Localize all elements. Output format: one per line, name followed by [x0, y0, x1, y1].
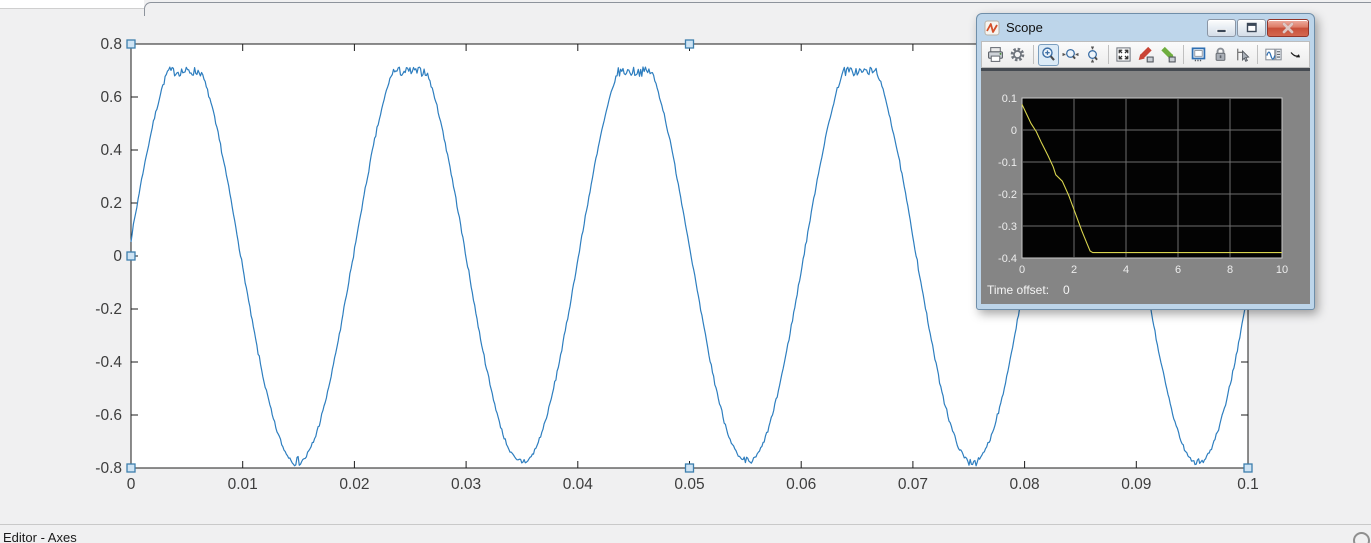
x-tick-label: 0.07	[898, 476, 928, 493]
scope-y-tick-label: -0.1	[998, 157, 1017, 169]
autoscale-icon	[1116, 47, 1131, 62]
scope-titlebar[interactable]: Scope	[977, 14, 1314, 39]
property-editor-title: Editor - Axes	[3, 530, 77, 543]
x-tick-label: 0.09	[1121, 476, 1151, 493]
scope-x-tick-label: 2	[1071, 264, 1077, 276]
maximize-icon	[1246, 22, 1257, 32]
x-tick-label: 0	[127, 476, 136, 493]
time-offset-status: Time offset: 0	[987, 283, 1070, 297]
window-controls	[1207, 18, 1309, 37]
floating-scope-icon	[1191, 47, 1205, 62]
scope-x-tick-label: 10	[1276, 264, 1288, 276]
toolbar-separator	[1182, 45, 1184, 64]
parameters-icon	[1011, 47, 1025, 62]
scope-y-tick-label: -0.3	[998, 221, 1017, 233]
y-tick-label: 0.8	[100, 36, 122, 53]
toolbar-separator	[1032, 45, 1034, 64]
matlab-figure-window: 0 0.01 0.02 0.03 0.04 0.05 0.06 0.07 0.08 0.09 0.1…	[0, 0, 1371, 543]
save-axes-icon	[1138, 46, 1154, 63]
scope-axes-background	[1021, 97, 1283, 259]
print-button[interactable]	[985, 44, 1006, 66]
selection-handle[interactable]	[126, 39, 136, 49]
selection-handle[interactable]	[1243, 463, 1253, 473]
zoom-x-button[interactable]	[1060, 44, 1081, 66]
minimize-button[interactable]	[1207, 18, 1236, 37]
signal-selection-button[interactable]	[1232, 44, 1253, 66]
scope-display-area: 0 2 4 6 8 10 0.1 0 -0.1 -0.2 -0.3 -0.4 Time offset:…	[981, 68, 1310, 304]
minimize-icon	[1216, 28, 1227, 33]
time-offset-label: Time offset:	[987, 283, 1050, 297]
time-offset-value: 0	[1063, 283, 1070, 297]
selection-handle[interactable]	[126, 251, 136, 261]
toolbar-separator	[1107, 45, 1109, 64]
scope-x-tick-label: 6	[1175, 264, 1181, 276]
y-tick-label: -0.6	[95, 407, 122, 424]
y-tick-label: 0.6	[100, 89, 122, 106]
zoom-y-icon	[1088, 46, 1099, 63]
parameters-button[interactable]	[1007, 44, 1028, 66]
selection-handle[interactable]	[684, 39, 695, 49]
clipped-corner-badge-icon	[1353, 532, 1370, 543]
scope-toolbar	[981, 41, 1310, 68]
restore-axes-button[interactable]	[1157, 44, 1178, 66]
y-tick-label: -0.8	[95, 460, 122, 477]
save-axes-button[interactable]	[1135, 44, 1156, 66]
scope-axes-plot[interactable]: 0 2 4 6 8 100.10-0.1-0.2-0.3-0.4	[981, 71, 1312, 304]
scope-window-icon	[984, 20, 1000, 35]
scope-y-tick-label: 0.1	[1002, 93, 1017, 105]
scope-y-tick-label: 0	[1011, 125, 1017, 137]
maximize-button[interactable]	[1237, 18, 1266, 37]
zoom-x-icon	[1062, 48, 1079, 60]
x-tick-label: 0.08	[1010, 476, 1040, 493]
x-tick-label: 0.06	[786, 476, 816, 493]
legends-icon	[1264, 48, 1282, 61]
property-editor-divider	[0, 524, 1371, 525]
lock-axes-icon	[1215, 47, 1226, 61]
scope-y-tick-label: -0.4	[998, 253, 1017, 265]
close-button[interactable]	[1267, 18, 1309, 37]
scope-x-tick-label: 0	[1019, 264, 1025, 276]
floating-scope-button[interactable]	[1188, 44, 1209, 66]
scope-x-tick-label: 4	[1123, 264, 1129, 276]
toolbar-separator	[1257, 45, 1259, 64]
scope-x-tick-label: 8	[1227, 264, 1233, 276]
y-tick-label: 0	[113, 248, 122, 265]
signal-selection-icon	[1237, 48, 1250, 62]
close-icon	[1282, 21, 1294, 34]
zoom-icon	[1041, 47, 1055, 61]
zoom-y-button[interactable]	[1082, 44, 1103, 66]
y-tick-label: 0.2	[100, 195, 122, 212]
x-tick-label: 0.01	[228, 476, 258, 493]
legends-button[interactable]	[1262, 44, 1283, 66]
scope-window-title: Scope	[1006, 20, 1043, 35]
overflow-icon	[1290, 52, 1300, 58]
print-icon	[988, 47, 1004, 62]
overflow-button[interactable]	[1285, 44, 1306, 66]
selection-handle[interactable]	[126, 463, 136, 473]
x-tick-label: 0.1	[1237, 476, 1259, 493]
zoom-button[interactable]	[1037, 43, 1059, 66]
scope-window: Scope 0 2 4 6 8 10 0.1 0 -0.1 -0.2 -0.3 -0.4 Time o…	[976, 13, 1315, 310]
x-tick-label: 0.05	[674, 476, 704, 493]
selection-handle[interactable]	[684, 463, 695, 473]
x-tick-label: 0.02	[339, 476, 369, 493]
autoscale-button[interactable]	[1113, 44, 1134, 66]
scope-y-tick-label: -0.2	[998, 189, 1017, 201]
x-tick-label: 0.04	[563, 476, 594, 493]
y-tick-label: 0.4	[100, 142, 122, 159]
x-tick-label: 0.03	[451, 476, 481, 493]
y-tick-label: -0.4	[95, 354, 122, 371]
restore-axes-icon	[1161, 46, 1177, 63]
y-tick-label: -0.2	[95, 301, 122, 318]
lock-axes-button[interactable]	[1210, 44, 1231, 66]
